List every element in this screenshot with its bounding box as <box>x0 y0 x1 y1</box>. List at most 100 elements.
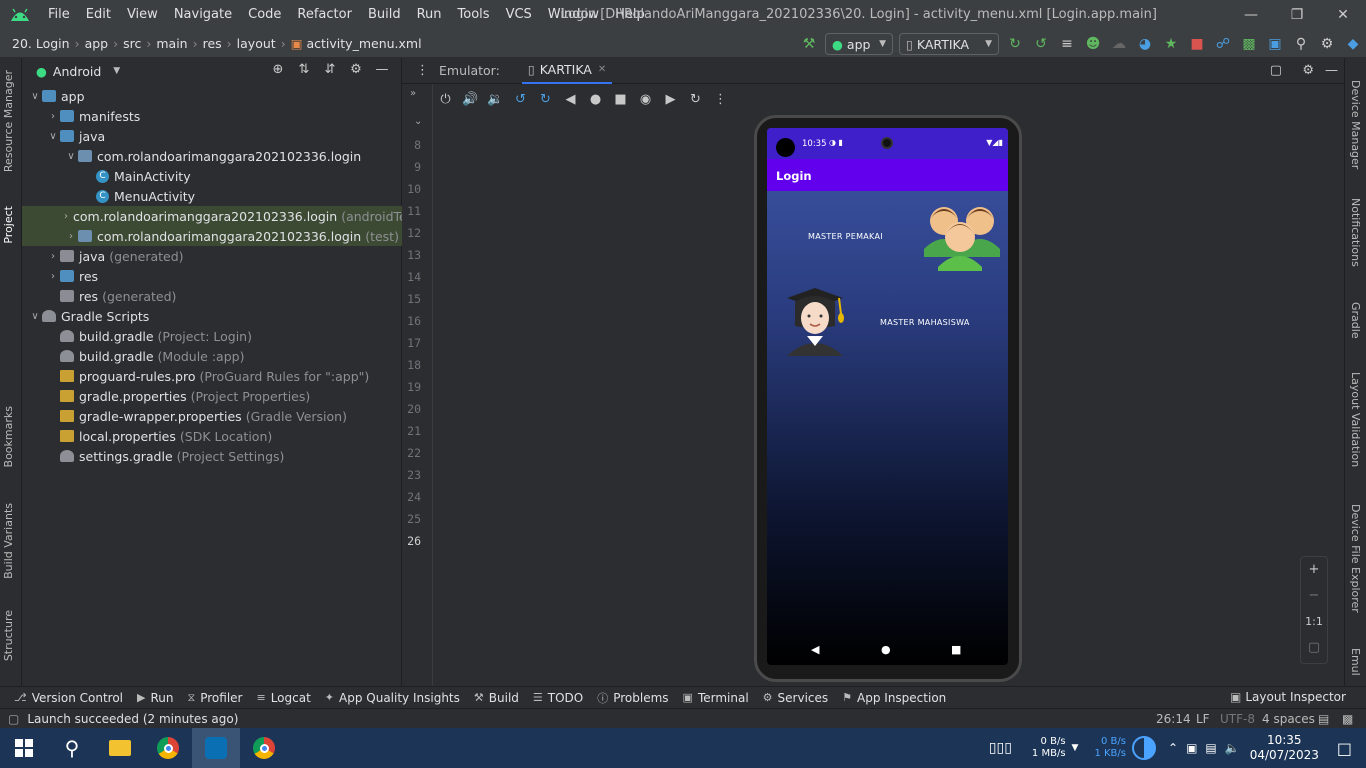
close-tab-icon[interactable]: ✕ <box>598 64 606 75</box>
rotate-right-icon[interactable]: ↻ <box>533 92 558 107</box>
tree-item[interactable]: gradle.properties (Project Properties) <box>22 386 402 406</box>
record-icon[interactable]: ▶ <box>658 92 683 107</box>
notification-center-icon[interactable]: □ <box>1337 739 1352 758</box>
chevron-up-icon[interactable]: ⌃ <box>1168 741 1178 755</box>
tree-item[interactable]: C MenuActivity <box>22 186 402 206</box>
tree-item[interactable]: › java (generated) <box>22 246 402 266</box>
users-icon[interactable] <box>922 199 1002 271</box>
notifications-tab[interactable]: Notifications <box>1349 198 1362 267</box>
phone-screen[interactable]: 10:35 ◑ ▮ ▼◢▮ Login MASTER PEMAKAI MASTE… <box>767 128 1008 665</box>
tab-terminal[interactable]: ▣ Terminal <box>683 691 749 705</box>
run-list-icon[interactable]: ≡ <box>1054 31 1080 57</box>
menu-item-vcs[interactable]: VCS <box>498 0 540 30</box>
menu-item-tools[interactable]: Tools <box>450 0 498 30</box>
maximize-icon[interactable]: ▢ <box>1270 63 1282 78</box>
breadcrumb-item[interactable]: main <box>156 36 187 51</box>
home-icon[interactable]: ● <box>583 92 608 107</box>
layout-inspector-tab[interactable]: ▣ Layout Inspector <box>1230 690 1346 704</box>
tab-kartika[interactable]: ▯ KARTIKA ✕ <box>521 58 613 84</box>
apply-changes-icon[interactable]: ↻ <box>1002 31 1028 57</box>
volume-muted-icon[interactable]: 🔈 <box>1225 741 1240 755</box>
breadcrumb-item[interactable]: res <box>203 36 222 51</box>
stop-icon[interactable]: ■ <box>1184 31 1210 57</box>
debug-icon[interactable]: ☻ <box>1080 31 1106 57</box>
build-variants-tab[interactable]: Build Variants <box>2 503 15 579</box>
search-icon[interactable]: ⚲ <box>48 728 96 768</box>
memory-icon[interactable]: ▩ <box>1342 712 1353 726</box>
attach-process-icon[interactable]: ★ <box>1158 31 1184 57</box>
layout-validation-tab[interactable]: Layout Validation <box>1349 372 1362 467</box>
gradle-tab[interactable]: Gradle <box>1349 302 1362 339</box>
run-config-select[interactable]: ● app ▼ <box>825 33 893 55</box>
line-separator[interactable]: LF <box>1196 712 1210 726</box>
volume-up-icon[interactable]: 🔊 <box>458 92 483 107</box>
tree-item[interactable]: proguard-rules.pro (ProGuard Rules for ":… <box>22 366 402 386</box>
usb-icon[interactable]: ▣ <box>1186 741 1197 755</box>
tab-problems[interactable]: ⓘ Problems <box>597 690 668 706</box>
snapshot-icon[interactable]: ↻ <box>683 92 708 107</box>
fold-icon[interactable]: ⌄ <box>414 116 422 127</box>
tree-item[interactable]: res (generated) <box>22 286 402 306</box>
chevron-right-icon[interactable]: › <box>64 211 68 222</box>
windows-start-icon[interactable] <box>0 728 48 768</box>
tree-item[interactable]: build.gradle (Project: Login) <box>22 326 402 346</box>
tab-todo[interactable]: ☰ TODO <box>533 691 583 705</box>
expand-icon[interactable]: » <box>410 88 416 99</box>
gear-icon[interactable]: ⚙ <box>343 62 369 77</box>
menu-item-run[interactable]: Run <box>409 0 450 30</box>
zoom-out-button[interactable]: − <box>1301 583 1327 609</box>
chevron-right-icon[interactable]: › <box>46 251 60 262</box>
tree-item[interactable]: ∨ java <box>22 126 402 146</box>
sdk-manager-icon[interactable]: ▣ <box>1262 31 1288 57</box>
apply-code-changes-icon[interactable]: ↺ <box>1028 31 1054 57</box>
tab-app-quality-insights[interactable]: ✦ App Quality Insights <box>325 691 460 705</box>
lock-icon[interactable]: ▤ <box>1318 712 1329 726</box>
hide-icon[interactable]: — <box>1325 63 1338 78</box>
chevron-down-icon[interactable]: ∨ <box>64 151 78 162</box>
chevron-down-icon[interactable]: ∨ <box>46 131 60 142</box>
fit-screen-icon[interactable]: ▢ <box>1301 635 1327 661</box>
tab-version-control[interactable]: ⎇ Version Control <box>14 691 123 705</box>
back-icon[interactable]: ◀ <box>558 92 583 107</box>
master-mahasiswa-button[interactable]: MASTER MAHASISWA <box>880 318 970 327</box>
menu-item-navigate[interactable]: Navigate <box>166 0 240 30</box>
zoom-in-button[interactable]: + <box>1301 557 1327 583</box>
chevron-down-icon[interactable]: ∨ <box>28 311 42 322</box>
close-icon[interactable]: ✕ <box>1320 0 1366 30</box>
collapse-all-icon[interactable]: ⇵ <box>317 62 343 77</box>
network-gauge-icon[interactable] <box>1132 736 1156 760</box>
project-view-select[interactable]: Android <box>53 64 101 79</box>
overview-icon[interactable]: ■ <box>608 92 633 107</box>
search-icon[interactable]: ⚲ <box>1288 31 1314 57</box>
tab-run[interactable]: ▶ Run <box>137 691 173 705</box>
tab-logcat[interactable]: ≡ Logcat <box>256 691 310 705</box>
menu-item-file[interactable]: File <box>40 0 78 30</box>
tree-item[interactable]: ∨ com.rolandoarimanggara202102336.login <box>22 146 402 166</box>
menu-item-edit[interactable]: Edit <box>78 0 119 30</box>
resource-manager-tab[interactable]: Resource Manager <box>2 70 15 172</box>
tab-profiler[interactable]: ⧖ Profiler <box>188 691 243 705</box>
tree-item[interactable]: › res <box>22 266 402 286</box>
breadcrumb-item[interactable]: layout <box>237 36 276 51</box>
tab-services[interactable]: ⚙ Services <box>763 691 828 705</box>
chevron-down-icon[interactable]: ▼ <box>113 66 120 76</box>
hide-icon[interactable]: — <box>369 62 395 77</box>
chevron-right-icon[interactable]: › <box>64 231 78 242</box>
clock-date[interactable]: 04/07/2023 <box>1250 748 1319 763</box>
tree-item[interactable]: › com.rolandoarimanggara202102336.login (t… <box>22 226 402 246</box>
menu-item-build[interactable]: Build <box>360 0 409 30</box>
tree-item[interactable]: › manifests <box>22 106 402 126</box>
restore-icon[interactable]: ❐ <box>1274 0 1320 30</box>
device-manager-tab[interactable]: Device Manager <box>1349 80 1362 169</box>
overview-icon[interactable]: ■ <box>951 643 961 656</box>
tree-item[interactable]: gradle-wrapper.properties (Gradle Version… <box>22 406 402 426</box>
device-file-explorer-tab[interactable]: Device File Explorer <box>1349 504 1362 613</box>
chrome-icon[interactable] <box>240 728 288 768</box>
tree-item[interactable]: › com.rolandoarimanggara202102336.login (a… <box>22 206 423 226</box>
profile-icon[interactable]: ◕ <box>1132 31 1158 57</box>
android-studio-taskbar-icon[interactable] <box>192 728 240 768</box>
structure-tab[interactable]: Structure <box>2 610 15 661</box>
hammer-icon[interactable]: ⚒ <box>796 31 822 57</box>
home-icon[interactable]: ● <box>881 643 891 656</box>
breadcrumb-item[interactable]: 20. Login <box>12 36 70 51</box>
